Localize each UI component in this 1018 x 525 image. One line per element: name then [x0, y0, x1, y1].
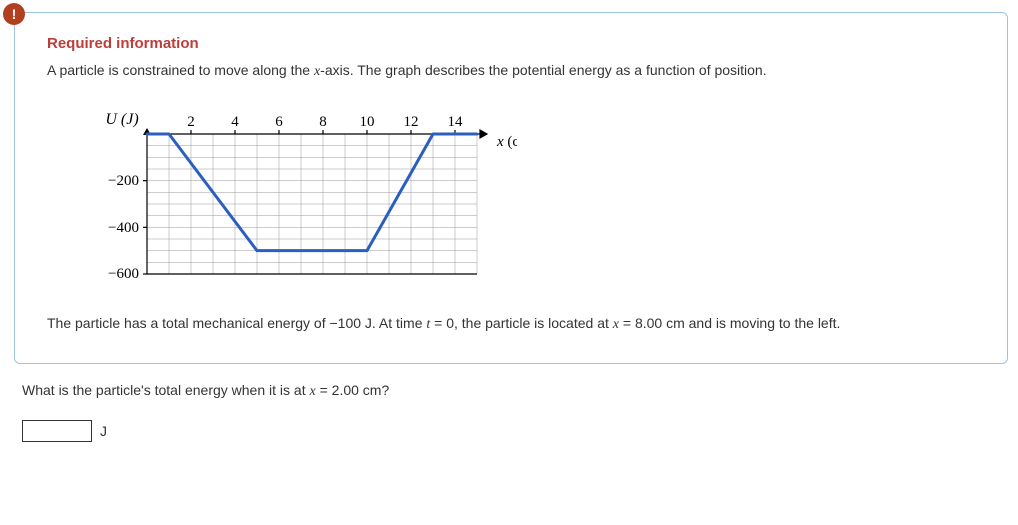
x-tick: 14: [448, 114, 464, 130]
fn-p1: The particle has a total mechanical ener…: [47, 315, 426, 331]
x-tick: 4: [231, 114, 239, 130]
x-tick: 12: [404, 114, 419, 130]
potential-energy-chart: U (J) 2 4 6 8 10 12 14 −200 −400 −600: [77, 104, 517, 294]
y-tick: −600: [108, 266, 139, 282]
q-suffix: = 2.00 cm?: [316, 382, 390, 398]
info-card: Required information A particle is const…: [14, 12, 1008, 364]
fn-p5: = 8.00 cm and is moving to the left.: [619, 315, 840, 331]
x-axis-label: x (cm): [496, 134, 517, 150]
y-tick: −200: [108, 173, 139, 189]
q-prefix: What is the particle's total energy when…: [22, 382, 309, 398]
problem-footnote: The particle has a total mechanical ener…: [47, 314, 983, 335]
y-axis-label: U (J): [105, 111, 138, 128]
alert-icon: !: [3, 3, 25, 25]
required-heading: Required information: [47, 35, 983, 52]
answer-input[interactable]: [22, 420, 92, 442]
answer-unit: J: [100, 423, 107, 439]
x-tick: 6: [275, 114, 283, 130]
fn-p3: = 0, the particle is located at: [430, 315, 613, 331]
desc-prefix: A particle is constrained to move along …: [47, 62, 314, 78]
x-tick-marks: [191, 130, 455, 134]
y-tick: −400: [108, 220, 139, 236]
x-tick: 8: [319, 114, 327, 130]
question-block: What is the particle's total energy when…: [22, 382, 1008, 442]
minor-grid: [147, 134, 477, 274]
x-tick: 2: [187, 114, 195, 130]
x-tick: 10: [360, 114, 375, 130]
y-tick-marks: [143, 181, 147, 274]
desc-suffix: -axis. The graph describes the potential…: [320, 62, 766, 78]
answer-row: J: [22, 420, 1008, 442]
question-text: What is the particle's total energy when…: [22, 382, 1008, 400]
problem-description: A particle is constrained to move along …: [47, 60, 983, 82]
alert-glyph: !: [12, 6, 17, 22]
